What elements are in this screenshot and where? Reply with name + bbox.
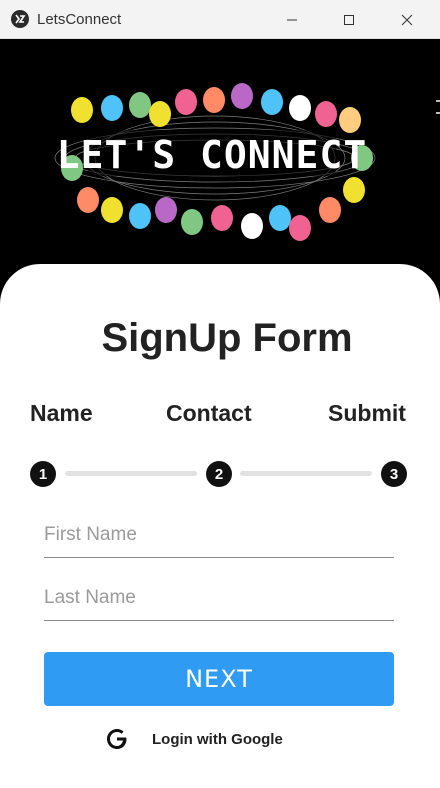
step-connector [65,471,197,476]
google-login-label: Login with Google [152,730,283,748]
window-title: LetsConnect [37,10,122,28]
last-name-input[interactable] [44,575,394,620]
edge-marker [436,100,440,114]
first-name-field [44,512,394,558]
step-label-name: Name [30,400,93,426]
step-indicator-3: 3 [381,461,407,487]
lets-connect-logo: LET'S CONNECT [54,83,376,241]
maximize-button[interactable] [320,0,378,39]
title-bar: LetsConnect [0,0,440,39]
maximize-icon [344,14,354,25]
google-login-button[interactable]: Login with Google [104,724,283,754]
logo-text: LET'S CONNECT [57,133,367,177]
google-icon [107,729,127,749]
last-name-field [44,575,394,621]
minimize-icon [287,19,297,20]
first-name-input[interactable] [44,512,394,557]
step-indicator-2: 2 [206,461,232,487]
next-button[interactable]: NEXT [44,652,394,706]
minimize-button[interactable] [263,0,321,39]
step-indicator-1: 1 [30,461,56,487]
form-title: SignUp Form [101,316,353,360]
step-label-submit: Submit [328,400,406,426]
app-icon [11,10,29,28]
step-connector [240,471,372,476]
banner: LET'S CONNECT [0,40,440,280]
close-icon [401,14,413,25]
step-label-contact: Contact [166,400,252,426]
close-button[interactable] [378,0,436,39]
